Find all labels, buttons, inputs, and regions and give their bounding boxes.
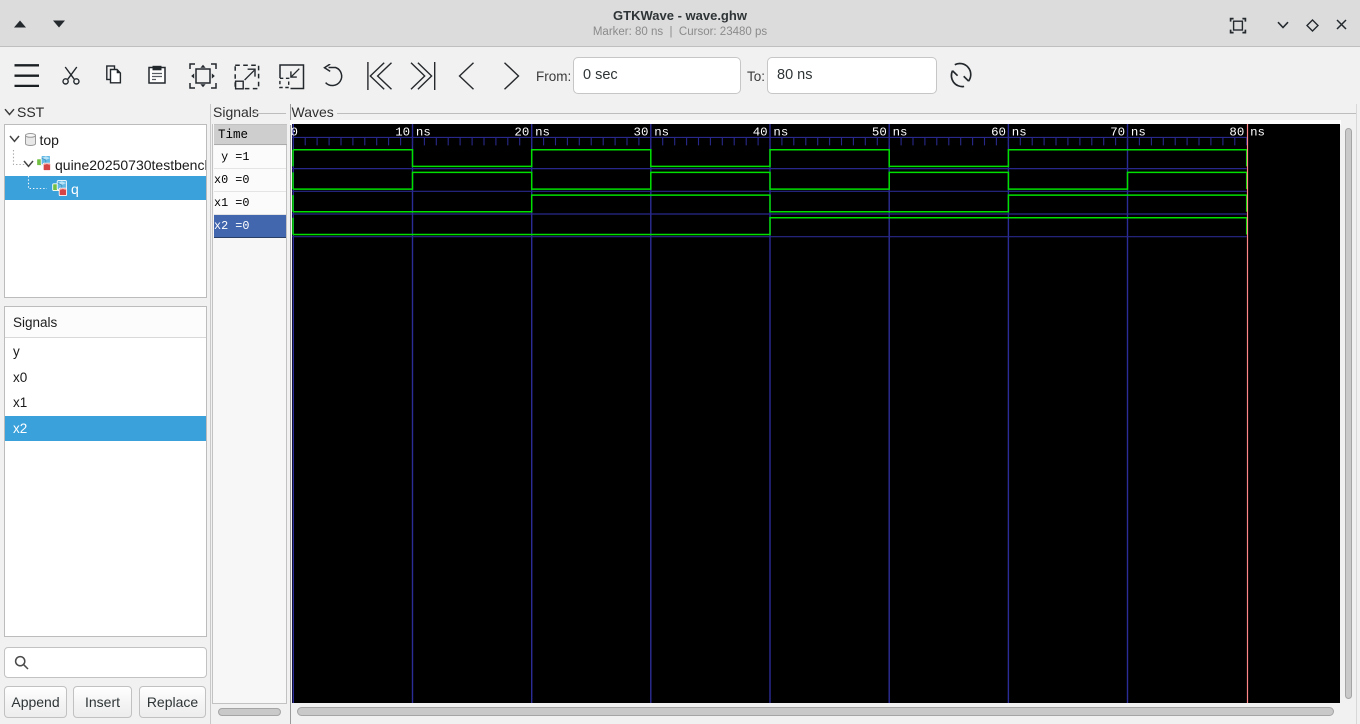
svg-text:ns: ns: [535, 126, 550, 140]
svg-text:ns: ns: [893, 126, 908, 140]
svg-text:50: 50: [872, 126, 887, 140]
svg-text:ns: ns: [1250, 126, 1265, 140]
svg-text:0: 0: [292, 126, 298, 140]
svg-text:ns: ns: [1131, 126, 1146, 140]
svg-text:ns: ns: [773, 126, 788, 140]
svg-text:70: 70: [1110, 126, 1125, 140]
svg-text:ns: ns: [416, 126, 431, 140]
svg-text:60: 60: [991, 126, 1006, 140]
svg-text:80: 80: [1229, 126, 1244, 140]
svg-text:ns: ns: [654, 126, 669, 140]
svg-text:30: 30: [634, 126, 649, 140]
svg-text:40: 40: [753, 126, 768, 140]
svg-text:20: 20: [514, 126, 529, 140]
svg-text:ns: ns: [1012, 126, 1027, 140]
svg-text:10: 10: [395, 126, 410, 140]
